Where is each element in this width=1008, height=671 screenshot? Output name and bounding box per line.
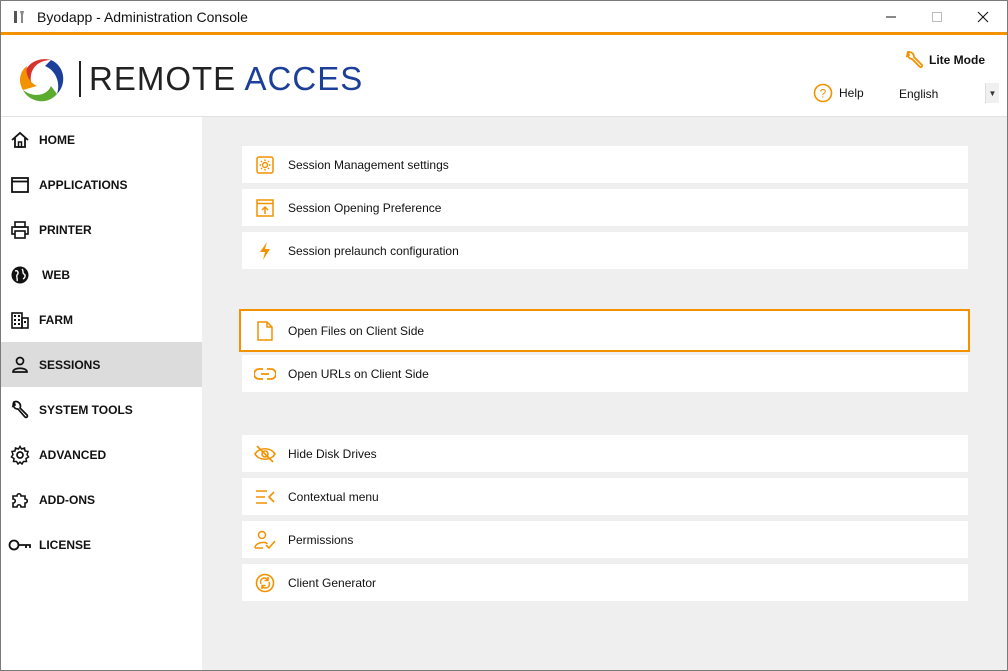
refresh-icon	[242, 564, 288, 601]
sidebar-item-label: LICENSE	[39, 537, 92, 552]
printer-icon	[1, 207, 39, 252]
contextual-menu-item[interactable]: Contextual menu	[242, 478, 968, 515]
lite-mode-button[interactable]: Lite Mode	[903, 49, 985, 71]
window-title: Byodapp - Administration Console	[37, 8, 248, 25]
puzzle-icon	[1, 477, 39, 522]
card-label: Session prelaunch configuration	[288, 243, 459, 258]
card-label: Client Generator	[288, 575, 377, 590]
building-icon	[1, 297, 39, 342]
gear-icon	[1, 432, 39, 477]
menu-icon	[242, 478, 288, 515]
sidebar-item-home[interactable]: HOME	[1, 117, 202, 162]
permissions-item[interactable]: Permissions	[242, 521, 968, 558]
card-label: Session Management settings	[288, 157, 449, 172]
close-icon	[977, 11, 989, 22]
language-value: English	[899, 87, 939, 101]
sidebar-item-web[interactable]: WEB	[1, 252, 202, 297]
open-urls-on-client-side-item[interactable]: Open URLs on Client Side	[242, 355, 968, 392]
logo-word-remote: REMOTE	[89, 60, 237, 97]
svg-text:?: ?	[820, 87, 827, 101]
maximize-button[interactable]	[914, 1, 960, 32]
sidebar-item-label: WEB	[42, 267, 70, 282]
globe-icon	[1, 252, 39, 297]
window-icon	[1, 162, 39, 207]
session-management-settings-item[interactable]: Session Management settings	[242, 146, 968, 183]
lite-mode-label: Lite Mode	[929, 53, 985, 67]
upload-window-icon	[242, 189, 288, 226]
language-select[interactable]: English ▼	[899, 83, 1001, 105]
wrench-icon	[1, 387, 39, 432]
sidebar-item-label: SESSIONS	[39, 357, 101, 372]
logo-separator	[79, 61, 81, 97]
sidebar-item-label: FARM	[39, 312, 73, 327]
home-icon	[1, 117, 39, 162]
close-button[interactable]	[960, 1, 1006, 32]
lightning-icon	[242, 232, 288, 269]
help-icon: ?	[813, 83, 833, 103]
client-generator-item[interactable]: Client Generator	[242, 564, 968, 601]
sidebar: HOME APPLICATIONS PRINTER WEB FARM SESSI…	[1, 117, 202, 670]
logo-word-acces: ACCES	[244, 60, 364, 97]
logo-text: REMOTE ACCES	[89, 60, 363, 98]
sidebar-item-system-tools[interactable]: SYSTEM TOOLS	[1, 387, 202, 432]
sidebar-item-label: ADVANCED	[39, 447, 107, 462]
file-icon	[241, 312, 288, 349]
sidebar-item-add-ons[interactable]: ADD-ONS	[1, 477, 202, 522]
sidebar-item-printer[interactable]: PRINTER	[1, 207, 202, 252]
wrench-icon	[905, 51, 924, 69]
sidebar-item-label: SYSTEM TOOLS	[39, 402, 133, 417]
user-check-icon	[242, 521, 288, 558]
minimize-button[interactable]	[868, 1, 914, 32]
session-prelaunch-configuration-item[interactable]: Session prelaunch configuration	[242, 232, 968, 269]
open-files-on-client-side-item[interactable]: Open Files on Client Side	[239, 309, 970, 352]
app-window: Byodapp - Administration Console REMOTE …	[0, 0, 1008, 671]
header: REMOTE ACCES Lite Mode ? Help English ▼	[1, 35, 1007, 117]
eye-off-icon	[242, 435, 288, 472]
logo: REMOTE ACCES	[15, 51, 375, 107]
dropdown-arrow-icon[interactable]: ▼	[985, 83, 999, 103]
sidebar-item-license[interactable]: LICENSE	[1, 522, 202, 567]
card-label: Session Opening Preference	[288, 200, 442, 215]
title-bar: Byodapp - Administration Console	[1, 1, 1007, 32]
card-label: Open URLs on Client Side	[288, 366, 429, 381]
help-button[interactable]: ? Help	[813, 83, 864, 103]
link-icon	[242, 355, 288, 392]
sidebar-item-label: APPLICATIONS	[39, 177, 128, 192]
sidebar-item-advanced[interactable]: ADVANCED	[1, 432, 202, 477]
key-icon	[1, 522, 39, 567]
user-icon	[1, 342, 39, 387]
sidebar-item-label: HOME	[39, 132, 75, 147]
app-tools-icon	[11, 9, 27, 25]
card-label: Permissions	[288, 532, 354, 547]
card-label: Open Files on Client Side	[288, 323, 425, 338]
sidebar-item-label: PRINTER	[39, 222, 92, 237]
logo-emblem-icon	[20, 59, 64, 102]
sidebar-item-applications[interactable]: APPLICATIONS	[1, 162, 202, 207]
card-label: Hide Disk Drives	[288, 446, 377, 461]
hide-disk-drives-item[interactable]: Hide Disk Drives	[242, 435, 968, 472]
sidebar-item-label: ADD-ONS	[39, 492, 95, 507]
sidebar-item-farm[interactable]: FARM	[1, 297, 202, 342]
maximize-icon	[932, 11, 942, 22]
minimize-icon	[886, 16, 896, 17]
settings-icon	[242, 146, 288, 183]
card-label: Contextual menu	[288, 489, 379, 504]
main-content: Session Management settings Session Open…	[202, 117, 1007, 670]
sidebar-item-sessions[interactable]: SESSIONS	[1, 342, 202, 387]
session-opening-preference-item[interactable]: Session Opening Preference	[242, 189, 968, 226]
help-label: Help	[839, 86, 864, 100]
